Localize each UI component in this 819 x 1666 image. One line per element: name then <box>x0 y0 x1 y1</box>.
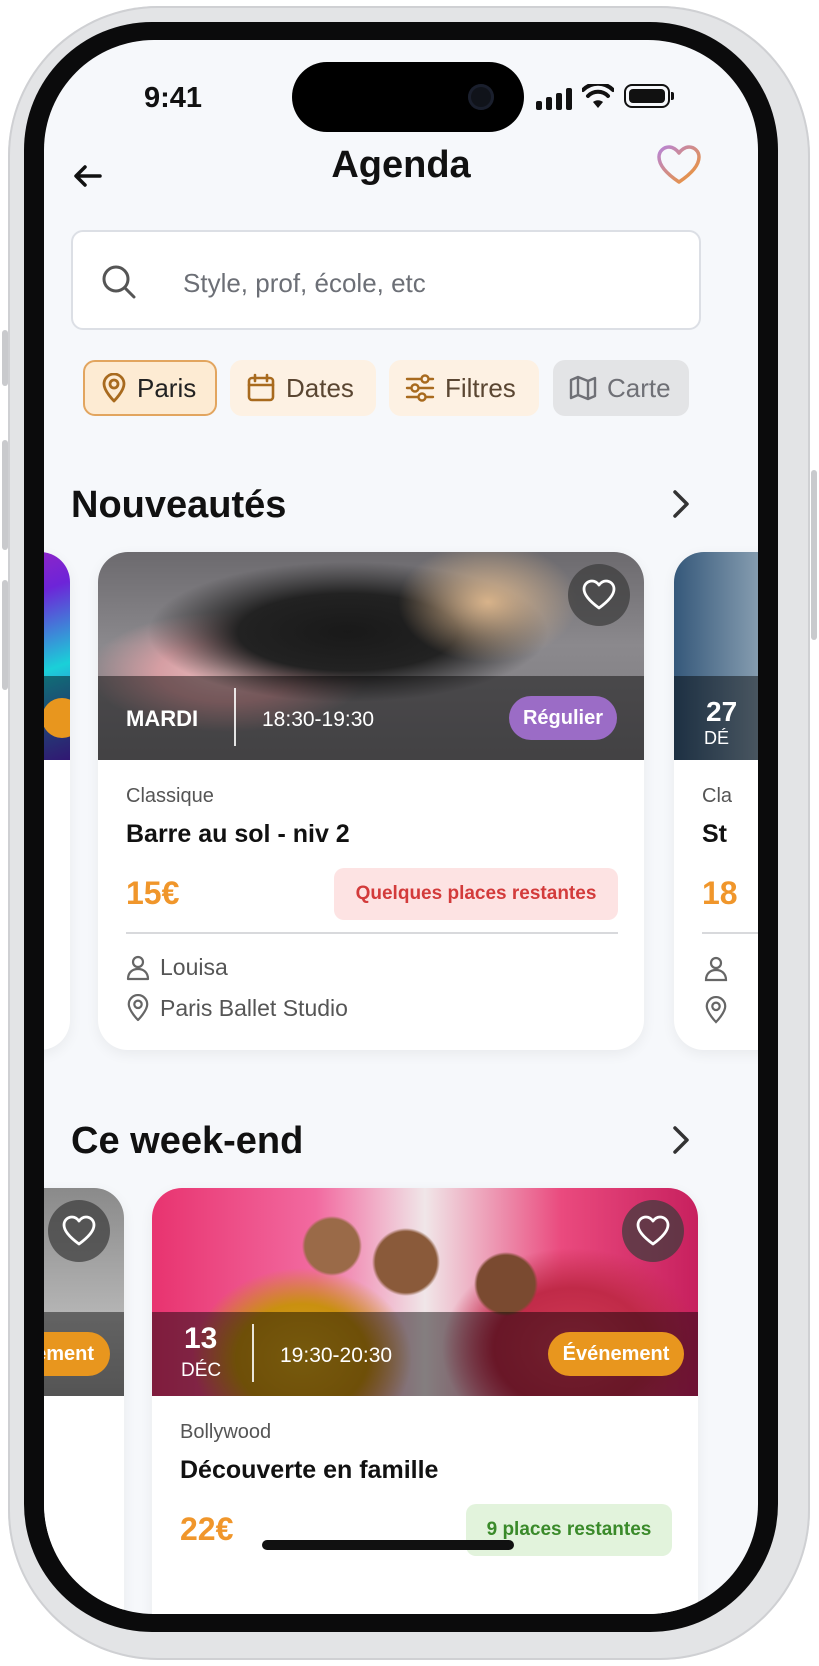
favorites-heart-icon[interactable] <box>656 144 702 186</box>
heart-icon <box>62 1215 96 1246</box>
sliders-icon <box>405 374 435 402</box>
event-price: 18 <box>702 875 738 911</box>
divider <box>126 932 618 934</box>
event-category: Bollywood <box>180 1421 272 1443</box>
status-time: 9:41 <box>144 82 203 114</box>
location-row: Paris Ballet Studio <box>126 994 348 1022</box>
event-name: St <box>702 820 727 848</box>
chevron-right-icon[interactable] <box>666 484 696 524</box>
availability-badge: Quelques places restantes <box>334 868 618 920</box>
event-type-tag: Événement <box>548 1332 684 1376</box>
calendar-icon <box>247 373 275 402</box>
event-card-peek-next[interactable]: 27 DÉ Cla St 18 <box>674 552 758 1050</box>
section-title-new: Nouveautés <box>71 484 287 526</box>
filter-chip-filters[interactable]: Filtres <box>389 360 539 416</box>
event-card-peek-prev[interactable]: ement <box>44 1188 124 1614</box>
event-card[interactable]: 13 DÉC 19:30-20:30 Événement Bollywood D… <box>152 1188 698 1614</box>
event-date: 27 <box>706 696 738 727</box>
power-button <box>811 470 817 640</box>
home-indicator[interactable] <box>262 1540 514 1550</box>
favorite-button[interactable] <box>622 1200 684 1262</box>
dynamic-island <box>292 62 524 132</box>
person-icon <box>704 956 728 982</box>
volume-down-button <box>2 580 8 690</box>
event-date: 13 <box>184 1322 218 1355</box>
event-time: 18:30-19:30 <box>262 708 375 731</box>
search-input[interactable] <box>181 260 645 306</box>
wifi-icon <box>582 84 614 108</box>
mute-switch <box>2 330 8 386</box>
filter-chip-label: Dates <box>286 372 354 403</box>
page-title: Agenda <box>331 144 471 186</box>
filter-chip-label: Paris <box>137 372 197 403</box>
event-time: 19:30-20:30 <box>280 1344 393 1367</box>
band-divider <box>252 1324 254 1382</box>
teacher-row: Louisa <box>126 954 228 981</box>
band-divider <box>234 688 236 746</box>
filter-chip-label: Carte <box>607 372 671 403</box>
event-card-peek-prev[interactable] <box>44 552 70 1050</box>
teacher-name: Louisa <box>160 954 228 980</box>
location-pin-icon <box>705 996 727 1024</box>
volume-up-button <box>2 440 8 550</box>
event-price: 22€ <box>180 1511 234 1547</box>
filter-chip-dates[interactable]: Dates <box>230 360 376 416</box>
app-screen: 9:41 Agenda Paris Dat <box>44 40 758 1614</box>
location-pin-icon <box>127 994 149 1022</box>
favorite-button[interactable] <box>48 1200 110 1262</box>
filter-chip-location[interactable]: Paris <box>83 360 217 416</box>
person-icon <box>126 955 150 980</box>
cellular-signal-icon <box>536 88 572 110</box>
battery-icon <box>624 84 674 108</box>
event-price: 15€ <box>126 875 180 911</box>
event-image <box>44 552 70 760</box>
chevron-right-icon[interactable] <box>666 1120 696 1160</box>
divider <box>702 932 758 934</box>
event-card[interactable]: MARDI 18:30-19:30 Régulier Classique Bar… <box>98 552 644 1050</box>
heart-icon <box>636 1215 670 1246</box>
event-day: MARDI <box>126 706 199 731</box>
event-month: DÉC <box>181 1360 222 1381</box>
section-title-weekend: Ce week-end <box>71 1120 304 1162</box>
event-type-tag: Régulier <box>509 696 617 740</box>
event-name: Barre au sol - niv 2 <box>126 820 350 848</box>
studio-name: Paris Ballet Studio <box>160 994 348 1021</box>
event-type-tag: ement <box>44 1332 110 1376</box>
camera-icon <box>468 84 494 110</box>
event-category: Classique <box>126 785 214 807</box>
favorite-button[interactable] <box>568 564 630 626</box>
event-category: Cla <box>702 785 733 807</box>
search-box[interactable] <box>71 230 701 330</box>
filter-chip-map[interactable]: Carte <box>553 360 689 416</box>
location-pin-icon <box>102 373 126 403</box>
event-name: Découverte en famille <box>180 1456 439 1484</box>
search-icon <box>102 265 136 299</box>
filter-chip-label: Filtres <box>445 372 516 403</box>
event-month: DÉ <box>704 728 730 748</box>
map-icon <box>569 375 597 401</box>
heart-icon <box>582 579 616 610</box>
